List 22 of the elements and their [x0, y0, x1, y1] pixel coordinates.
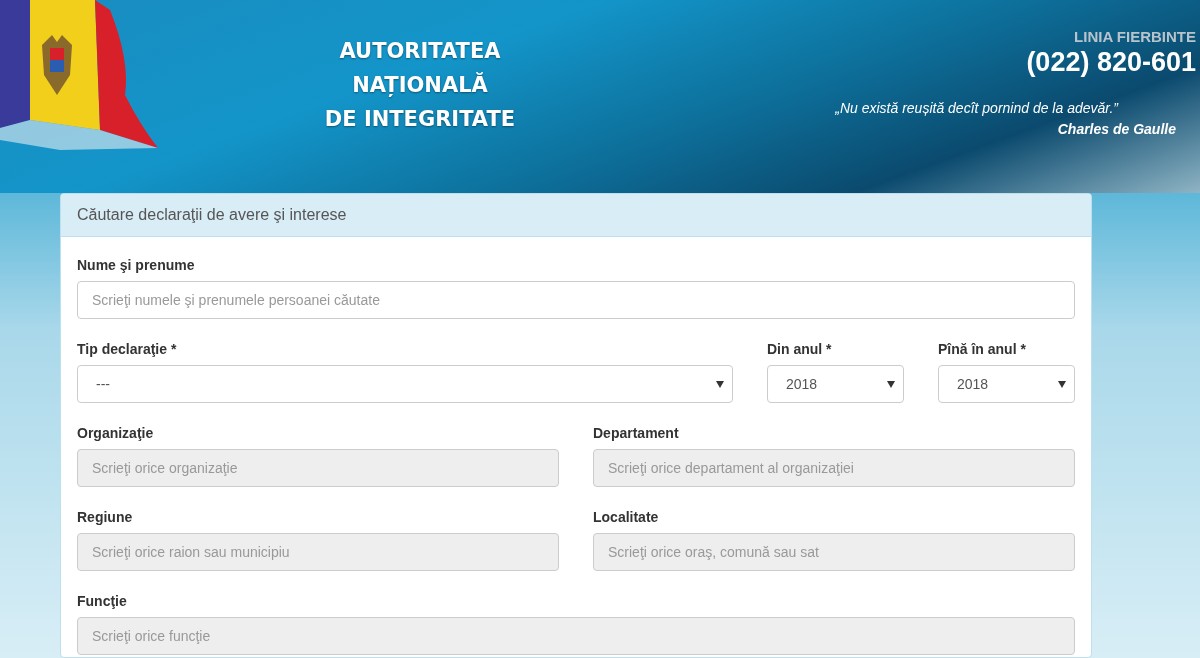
hotline-label: LINIA FIERBINTE [1074, 28, 1196, 45]
field-label: Nume şi prenume [77, 257, 196, 273]
site-title: AUTORITATEA NAȚIONALĂ DE INTEGRITATE [323, 38, 517, 133]
field-label: Localitate [593, 509, 660, 525]
quote-author: Charles de Gaulle [1057, 121, 1176, 137]
caret-icon [716, 380, 724, 388]
input-field[interactable]: Scrieţi numele şi prenumele persoanei căutate [77, 281, 1075, 319]
select-field[interactable]: --- [77, 365, 733, 403]
caret-icon [1058, 380, 1066, 388]
hotline-phone: (022) 820-601 [1026, 47, 1196, 78]
field-label: Funcţie [77, 593, 128, 609]
select-field[interactable]: 2018 [767, 365, 904, 403]
field-label: Din anul * [767, 341, 833, 357]
field-label: Organizaţie [77, 425, 155, 441]
quote-text: „Nu există reușită decît pornind de la adevăr.” [835, 100, 1118, 116]
field-label: Pînă în anul * [938, 341, 1027, 357]
select-field[interactable]: 2018 [938, 365, 1075, 403]
field-label: Regiune [77, 509, 134, 525]
field-label: Tip declaraţie * [77, 341, 178, 357]
panel-title: Căutare declaraţii de avere şi interese [77, 206, 347, 224]
caret-icon [887, 380, 895, 388]
field-label: Departament [593, 425, 680, 441]
